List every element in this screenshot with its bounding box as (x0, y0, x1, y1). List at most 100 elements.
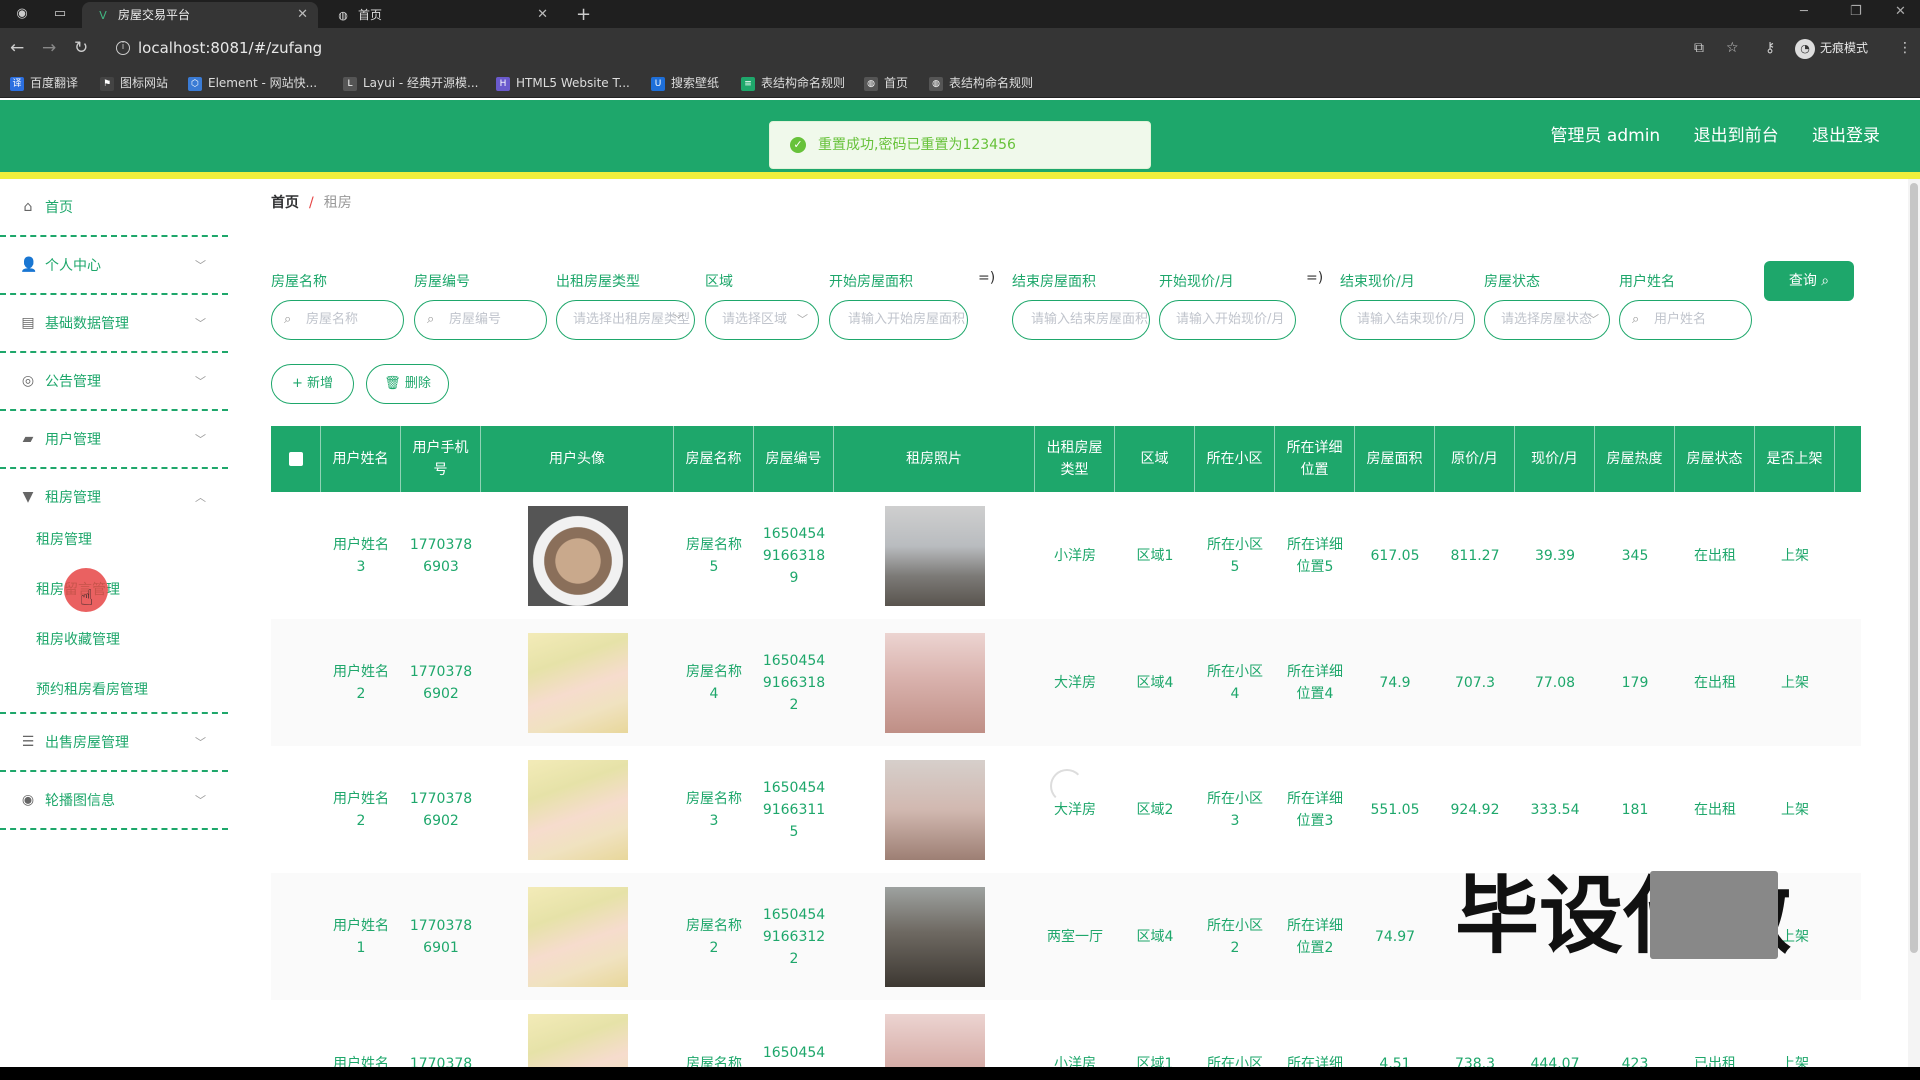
site-info-icon[interactable]: i (116, 41, 130, 55)
sidebar-subitem-rental-favorites[interactable]: 租房收藏管理 (36, 620, 120, 660)
sidebar-item-users[interactable]: ▰ 用户管理 ﹀ (0, 411, 228, 469)
col-rent-type: 出租房屋类型 (1035, 426, 1115, 492)
query-button[interactable]: 查询 ⌕ (1764, 261, 1854, 301)
row-checkbox[interactable] (271, 492, 321, 619)
sidebar-item-rental[interactable]: ▼ 租房管理 ︿ (0, 469, 228, 527)
row-checkbox[interactable] (271, 873, 321, 1000)
cell-community: 所在小区2 (1207, 917, 1263, 956)
reload-icon[interactable]: ↻ (74, 38, 88, 58)
table-row[interactable]: 用户姓名2 17703786902 房屋名称3 16504549166311 5… (271, 746, 1861, 873)
admin-label: 管理员 admin (1550, 126, 1661, 146)
back-icon[interactable]: ← (10, 38, 24, 58)
delete-button[interactable]: 🗑 删除 (366, 364, 449, 404)
search-input-house-no[interactable]: ⌕ 房屋编号 (414, 300, 547, 340)
sidebar-subitem-rental-appointments[interactable]: 预约租房看房管理 (36, 670, 148, 710)
search-input-user-name[interactable]: ⌕ 用户姓名 (1619, 300, 1752, 340)
scrollbar-thumb[interactable] (1910, 183, 1918, 953)
breadcrumb: 首页 / 租房 (271, 193, 352, 213)
sidebar-item-sale-houses[interactable]: ☰ 出售房屋管理 ﹀ (0, 714, 228, 772)
bookmark-item[interactable]: 译百度翻译 (10, 74, 78, 92)
cell-area: 区域4 (1136, 674, 1174, 691)
cell-size: 74.97 (1374, 928, 1416, 945)
globe-icon: ◍ (929, 76, 943, 91)
select-all-checkbox[interactable] (271, 426, 321, 492)
bookmark-layui-icon: L (343, 76, 357, 91)
logout-link[interactable]: 退出登录 (1812, 126, 1880, 146)
browser-menu-icon[interactable]: ◉ (14, 6, 30, 22)
table-row[interactable]: 用户姓名2 17703786902 房屋名称4 16504549166318 2… (271, 619, 1861, 746)
chevron-down-icon: ﹀ (673, 313, 684, 326)
sidebar-item-personal-center[interactable]: 👤 个人中心 ﹀ (0, 237, 228, 295)
breadcrumb-home[interactable]: 首页 (271, 195, 299, 211)
chevron-down-icon: ﹀ (195, 433, 206, 446)
page-scrollbar[interactable] (1908, 179, 1920, 1080)
cell-house-name: 房屋名称4 (686, 663, 742, 702)
cell-phone: 17703786901 (409, 917, 473, 956)
bookmark-item[interactable]: U 搜索壁纸 (651, 74, 719, 92)
cell-area: 区域2 (1136, 801, 1174, 818)
breadcrumb-separator: / (309, 195, 314, 211)
bookmark-wallpaper-icon: U (651, 76, 665, 91)
input-size-start[interactable]: 请输入开始房屋面积 (829, 300, 968, 340)
new-tab-icon[interactable]: + (576, 2, 591, 28)
tab-close-icon[interactable]: ✕ (297, 2, 308, 28)
sidebar-item-notice[interactable]: ◎ 公告管理 ﹀ (0, 353, 228, 411)
url-field[interactable]: i localhost:8081/#/zufang (112, 34, 1920, 62)
tab-house-platform[interactable]: V 房屋交易平台 ✕ (82, 2, 318, 28)
cell-status: 在出租 (1694, 801, 1736, 818)
bookmark-item[interactable]: L Layui - 经典开源模... (343, 74, 478, 92)
password-key-icon[interactable]: ⚷ (1765, 40, 1775, 56)
more-menu-icon[interactable]: ⋮ (1898, 40, 1912, 56)
exit-to-front-link[interactable]: 退出到前台 (1694, 126, 1779, 146)
sidebar-item-home[interactable]: ⌂ 首页 (0, 179, 228, 237)
row-checkbox[interactable] (271, 619, 321, 746)
rental-photo (884, 505, 985, 606)
sidebar-item-basic-data[interactable]: ▤ 基础数据管理 ﹀ (0, 295, 228, 353)
search-input-house-name[interactable]: ⌕ 房屋名称 (271, 300, 404, 340)
col-status: 房屋状态 (1675, 426, 1755, 492)
row-checkbox[interactable] (271, 746, 321, 873)
minimize-icon[interactable]: ─ (1800, 4, 1808, 19)
col-size: 房屋面积 (1355, 426, 1435, 492)
cell-house-no: 16504549166311 5 (762, 779, 826, 840)
header-stripe (0, 172, 1920, 179)
tab-close-icon[interactable]: ✕ (537, 2, 548, 28)
cell-phone: 17703786902 (409, 790, 473, 829)
range-separator: =) (978, 270, 996, 286)
input-size-end[interactable]: 请输入结束房屋面积 (1012, 300, 1150, 340)
bookmark-item[interactable]: ◍ 首页 (864, 74, 908, 92)
select-area[interactable]: 请选择区域 ﹀ (705, 300, 819, 340)
tab-home[interactable]: ◍ 首页 ✕ (322, 2, 558, 28)
app-root: ◉ ▭ V 房屋交易平台 ✕ ◍ 首页 ✕ + ─ ❐ ✕ ← → ↻ i loca… (0, 0, 1920, 1080)
toast-message: 重置成功,密码已重置为123456 (818, 137, 1016, 153)
incognito-indicator[interactable]: ◔ 无痕模式 (1795, 38, 1868, 59)
restore-icon[interactable]: ❐ (1850, 4, 1862, 19)
cell-user-name: 用户姓名2 (333, 663, 389, 702)
cell-location: 所在详细位置3 (1287, 790, 1343, 829)
cell-phone: 17703786903 (409, 536, 473, 575)
forward-icon[interactable]: → (42, 38, 56, 58)
tab-strip-icon[interactable]: ▭ (52, 6, 68, 22)
bookmark-item[interactable]: ⬡ Element - 网站快... (188, 74, 317, 92)
sidebar-item-carousel[interactable]: ◉ 轮播图信息 ﹀ (0, 772, 228, 830)
cell-house-name: 房屋名称5 (686, 536, 742, 575)
sidebar-subitem-rental[interactable]: 租房管理 (36, 520, 92, 560)
house-icon: ▼ (22, 489, 34, 505)
input-price-start[interactable]: 请输入开始现价/月 (1159, 300, 1296, 340)
cell-status: 在出租 (1694, 547, 1736, 564)
table-row[interactable]: 用户姓名3 17703786903 房屋名称5 16504549166318 9… (271, 492, 1861, 619)
bookmark-item[interactable]: ≡ 表结构命名规则 (741, 74, 845, 92)
bookmark-item[interactable]: ◍ 表结构命名规则 (929, 74, 1033, 92)
search-icon: ⌕ (284, 312, 292, 327)
select-status[interactable]: 请选择房屋状态 ﹀ (1484, 300, 1610, 340)
select-rent-type[interactable]: 请选择出租房屋类型 ﹀ (556, 300, 695, 340)
input-price-end[interactable]: 请输入结束现价/月 (1340, 300, 1475, 340)
add-button[interactable]: + 新增 (271, 364, 354, 404)
bookmark-item[interactable]: H HTML5 Website T... (496, 74, 630, 92)
col-rental-photo: 租房照片 (834, 426, 1035, 492)
bookmark-item[interactable]: ⚑ 图标网站 (100, 74, 168, 92)
cell-heat: 179 (1621, 674, 1649, 691)
bookmark-star-icon[interactable]: ☆ (1726, 40, 1739, 56)
translate-icon[interactable]: ⧉ (1694, 40, 1704, 56)
close-window-icon[interactable]: ✕ (1895, 4, 1906, 19)
